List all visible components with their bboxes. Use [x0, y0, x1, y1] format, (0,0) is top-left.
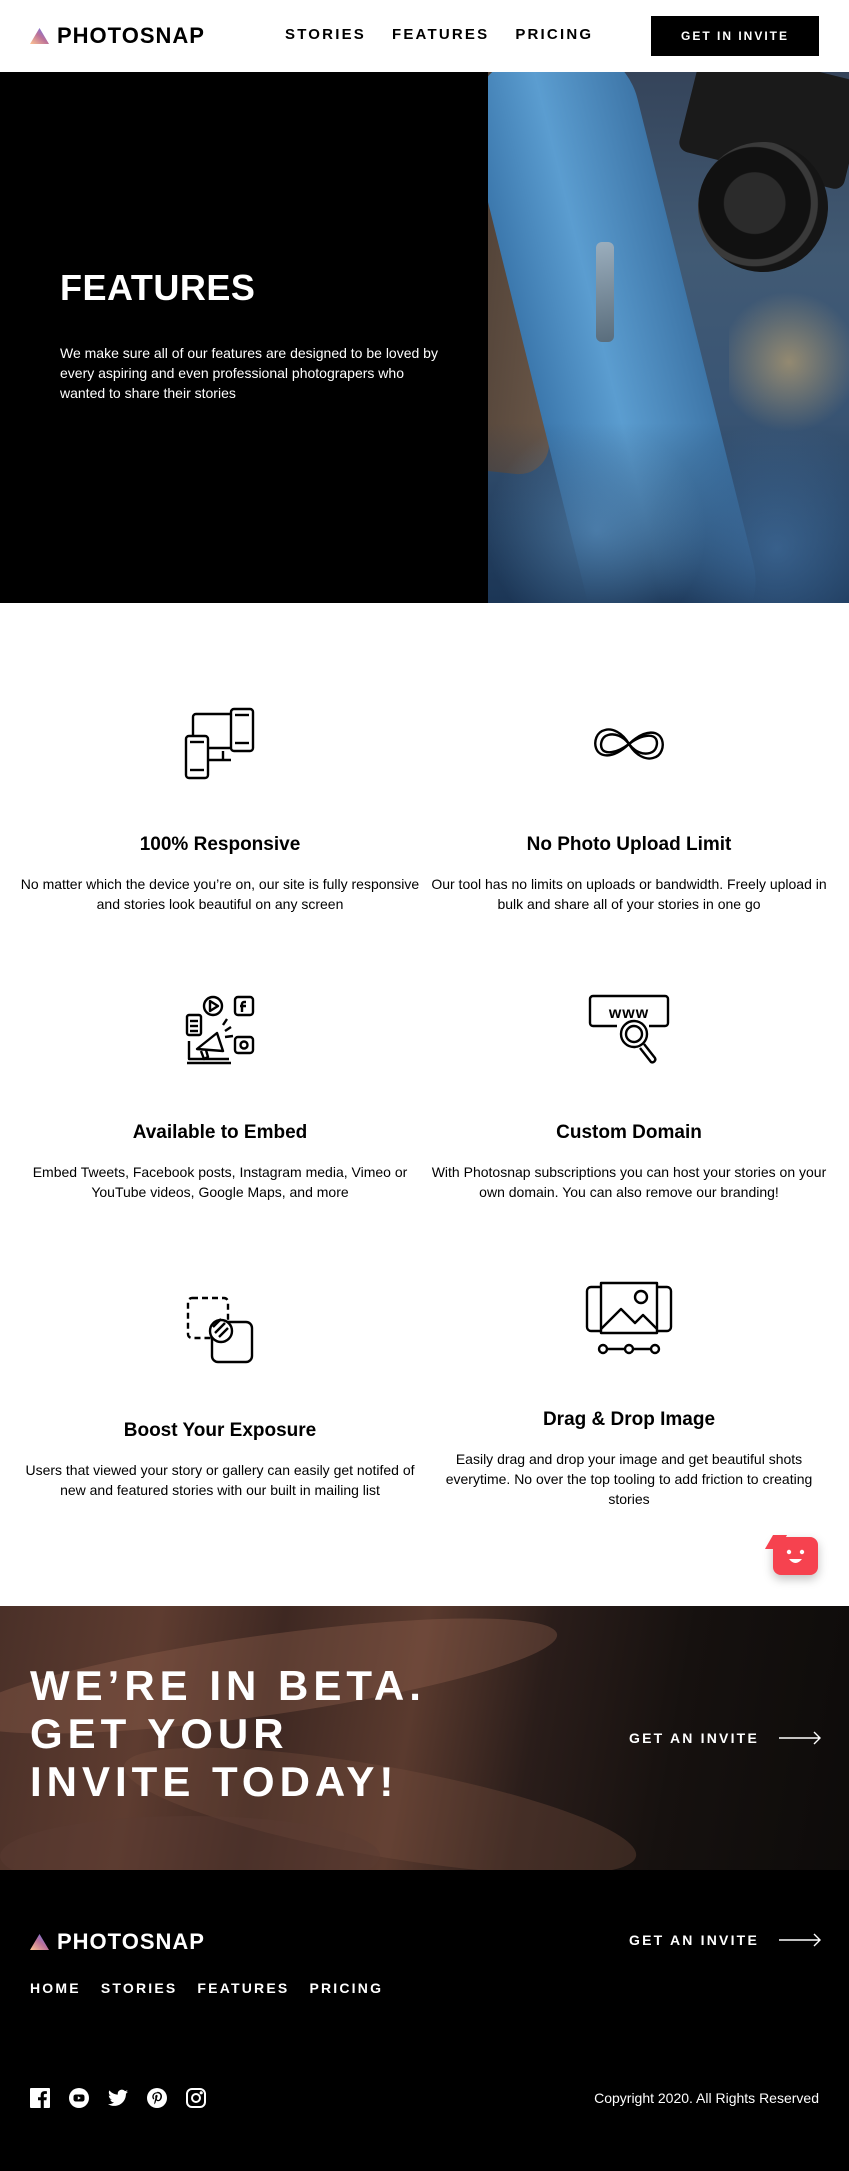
hero-text-panel: FEATURES We make sure all of our feature…	[0, 72, 488, 603]
feature-card: Drag & Drop Image Easily drag and drop y…	[429, 1279, 829, 1509]
embed-icon	[185, 995, 255, 1065]
features-section: 100% Responsive No matter which the devi…	[0, 603, 849, 1606]
feature-title: Boost Your Exposure	[123, 1420, 317, 1441]
youtube-icon[interactable]	[69, 2088, 89, 2108]
footer-logo[interactable]: PHOTOSNAP	[30, 1929, 205, 1955]
feature-title: Available to Embed	[132, 1122, 308, 1143]
feature-text: Our tool has no limits on uploads or ban…	[431, 876, 827, 912]
site-footer: PHOTOSNAP HOME STORIES FEATURES PRICING …	[0, 1870, 849, 2171]
infinity-icon	[594, 728, 664, 760]
main-nav: STORIES FEATURES PRICING	[285, 26, 593, 43]
feature-text: Users that viewed your story or gallery …	[25, 1462, 415, 1498]
facebook-icon[interactable]	[30, 2088, 50, 2108]
devices-icon	[184, 707, 255, 780]
logo-triangle-icon	[30, 1934, 49, 1950]
feature-card: Boost Your Exposure Users that viewed yo…	[20, 1290, 420, 1500]
logo-triangle-icon	[30, 28, 49, 44]
feature-card: No Photo Upload Limit Our tool has no li…	[429, 704, 829, 914]
footer-nav: HOME STORIES FEATURES PRICING	[30, 1980, 383, 1996]
footer-link-stories[interactable]: STORIES	[101, 1980, 178, 1996]
feature-card: Available to Embed Embed Tweets, Faceboo…	[20, 992, 420, 1202]
beta-title: WE’RE IN BETA. GET YOUR INVITE TODAY!	[30, 1662, 426, 1805]
exposure-icon	[186, 1296, 254, 1364]
pinterest-icon[interactable]	[147, 2088, 167, 2108]
instagram-icon[interactable]	[186, 2088, 206, 2108]
nav-link-stories[interactable]: STORIES	[285, 26, 366, 43]
feature-title: 100% Responsive	[139, 834, 301, 855]
logo-text: PHOTOSNAP	[57, 23, 205, 48]
nav-link-pricing[interactable]: PRICING	[515, 26, 593, 43]
feature-text: Easily drag and drop your image and get …	[445, 1451, 813, 1507]
logo-text: PHOTOSNAP	[57, 1929, 205, 1954]
feature-text: No matter which the device you’re on, ou…	[20, 876, 420, 912]
copyright-text: Copyright 2020. All Rights Reserved	[594, 2090, 819, 2106]
feature-text: Embed Tweets, Facebook posts, Instagram …	[32, 1164, 408, 1200]
chat-face-icon	[786, 1549, 805, 1563]
arrow-right-icon	[778, 1731, 821, 1745]
hero-title: FEATURES	[60, 267, 256, 308]
logo[interactable]: PHOTOSNAP	[30, 23, 205, 49]
invite-link-label: GET AN INVITE	[629, 1932, 759, 1948]
chat-widget-button[interactable]	[773, 1537, 818, 1575]
domain-icon: www	[588, 994, 670, 1064]
hero-image	[488, 72, 849, 603]
footer-link-home[interactable]: HOME	[30, 1980, 81, 1996]
beta-cta-section: WE’RE IN BETA. GET YOUR INVITE TODAY! GE…	[0, 1606, 849, 1870]
social-links	[30, 2088, 206, 2108]
hero-description: We make sure all of our features are des…	[60, 345, 438, 401]
footer-invite-link[interactable]: GET AN INVITE	[629, 1932, 821, 1948]
get-invite-button[interactable]: GET IN INVITE	[651, 16, 819, 56]
footer-link-features[interactable]: FEATURES	[197, 1980, 289, 1996]
site-header: PHOTOSNAP STORIES FEATURES PRICING GET I…	[0, 0, 849, 72]
nav-link-features[interactable]: FEATURES	[392, 26, 489, 43]
beta-invite-link[interactable]: GET AN INVITE	[629, 1730, 821, 1746]
footer-link-pricing[interactable]: PRICING	[309, 1980, 383, 1996]
arrow-right-icon	[778, 1933, 821, 1947]
twitter-icon[interactable]	[108, 2088, 128, 2108]
feature-title: Drag & Drop Image	[542, 1409, 716, 1430]
feature-card: www Custom Domain With Photosnap subscri…	[429, 992, 829, 1202]
hero-section: FEATURES We make sure all of our feature…	[0, 72, 849, 603]
feature-text: With Photosnap subscriptions you can hos…	[431, 1164, 827, 1200]
drag-drop-icon	[585, 1281, 673, 1355]
feature-card: 100% Responsive No matter which the devi…	[20, 704, 420, 914]
feature-title: Custom Domain	[556, 1122, 702, 1143]
svg-text:www: www	[608, 1005, 649, 1022]
feature-title: No Photo Upload Limit	[526, 834, 732, 855]
invite-link-label: GET AN INVITE	[629, 1730, 759, 1746]
